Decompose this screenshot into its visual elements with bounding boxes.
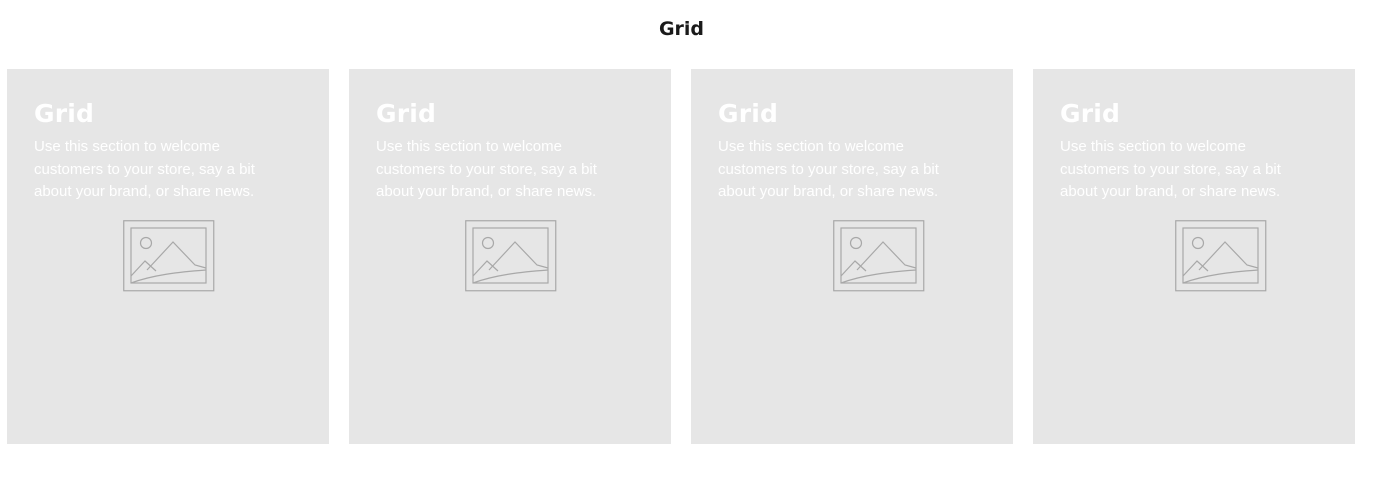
card-title: Grid <box>1060 99 1121 128</box>
image-placeholder-icon <box>123 220 215 292</box>
grid-card: Grid Use this section to welcome custome… <box>7 69 329 444</box>
card-text: Use this section to welcome customers to… <box>1060 138 1281 200</box>
card-text: Use this section to welcome customers to… <box>718 138 939 200</box>
grid-card: Grid Use this section to welcome custome… <box>349 69 671 444</box>
section-title: Grid <box>658 18 705 40</box>
card-title: Grid <box>376 99 437 128</box>
card-text: Use this section to welcome customers to… <box>376 138 597 200</box>
card-grid: Grid Use this section to welcome custome… <box>7 69 1355 444</box>
grid-card: Grid Use this section to welcome custome… <box>1033 69 1355 444</box>
grid-card: Grid Use this section to welcome custome… <box>691 69 1013 444</box>
card-title: Grid <box>718 99 779 128</box>
image-placeholder-icon <box>833 220 925 292</box>
card-text: Use this section to welcome customers to… <box>34 138 255 200</box>
image-placeholder-icon <box>1175 220 1267 292</box>
card-title: Grid <box>34 99 95 128</box>
image-placeholder-icon <box>465 220 557 292</box>
